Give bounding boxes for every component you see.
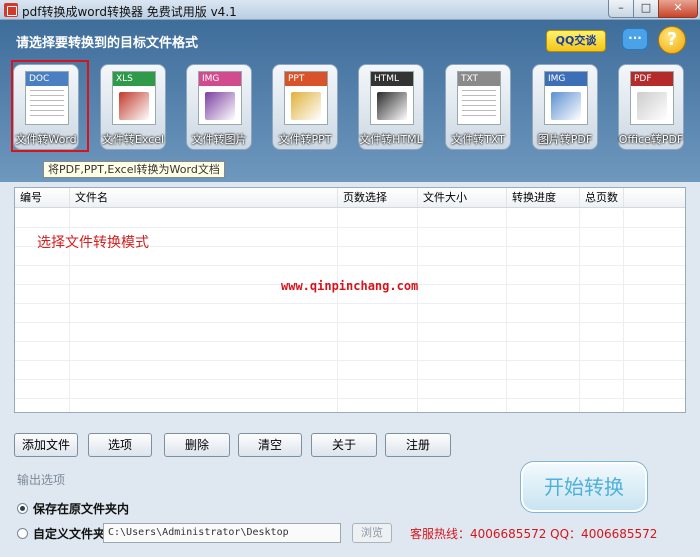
image-to-pdf-document-icon: IMG: [544, 71, 588, 125]
window-title: pdf转换成word转换器 免费试用版 v4.1: [22, 5, 237, 19]
mode-tag: IMG: [199, 72, 241, 86]
mode-tile-office-to-pdf[interactable]: PDF Office转PDF: [618, 64, 684, 150]
mode-tooltip: 将PDF,PPT,Excel转换为Word文档: [43, 161, 225, 178]
file-list[interactable]: 编号 文件名 页数选择 文件大小 转换进度 总页数 选择文件转换模式 www.q…: [14, 187, 686, 413]
mode-tile-label: 图片转PDF: [537, 133, 593, 146]
document-art: [637, 92, 667, 120]
mode-tag: TXT: [458, 72, 500, 86]
column-header-progress[interactable]: 转换进度: [507, 188, 580, 207]
browse-button[interactable]: 浏览: [352, 523, 392, 543]
file-list-header: 编号 文件名 页数选择 文件大小 转换进度 总页数: [15, 188, 685, 208]
document-art: [119, 92, 149, 120]
minimize-button[interactable]: –: [608, 0, 634, 18]
txt-document-icon: TXT: [457, 71, 501, 125]
html-document-icon: HTML: [370, 71, 414, 125]
clear-button[interactable]: 清空: [238, 433, 302, 457]
mode-tile-label: 文件转图片: [191, 133, 247, 146]
mode-tile-label: 文件转HTML: [359, 133, 423, 146]
image-document-icon: IMG: [198, 71, 242, 125]
column-header-index[interactable]: 编号: [15, 188, 70, 207]
document-art: [462, 90, 496, 120]
mode-tile-image[interactable]: IMG 文件转图片: [186, 64, 252, 150]
maximize-button[interactable]: □: [633, 0, 659, 18]
mode-tile-label: 文件转TXT: [451, 133, 505, 146]
document-art: [377, 92, 407, 120]
column-header-filename[interactable]: 文件名: [70, 188, 338, 207]
column-header-total-pages[interactable]: 总页数: [580, 188, 624, 207]
close-button[interactable]: ✕: [658, 0, 698, 18]
mode-tile-txt[interactable]: TXT 文件转TXT: [445, 64, 511, 150]
mode-tag: PDF: [631, 72, 673, 86]
radio-custom-folder[interactable]: [17, 528, 28, 539]
mode-tag: XLS: [113, 72, 155, 86]
mode-tile-label: 文件转Excel: [101, 133, 165, 146]
app-icon: [4, 3, 18, 17]
mode-tile-label: Office转PDF: [618, 133, 684, 146]
column-header-filler: [624, 188, 685, 207]
excel-document-icon: XLS: [112, 71, 156, 125]
mode-tile-ppt[interactable]: PPT 文件转PPT: [272, 64, 338, 150]
column-header-size[interactable]: 文件大小: [418, 188, 507, 207]
mode-tag: PPT: [285, 72, 327, 86]
delete-button[interactable]: 删除: [164, 433, 230, 457]
mode-tile-html[interactable]: HTML 文件转HTML: [358, 64, 424, 150]
mode-tile-image-to-pdf[interactable]: IMG 图片转PDF: [532, 64, 598, 150]
office-to-pdf-document-icon: PDF: [630, 71, 674, 125]
radio-original-folder[interactable]: [17, 503, 28, 514]
about-button[interactable]: 关于: [311, 433, 377, 457]
header-title: 请选择要转换到的目标文件格式: [16, 36, 199, 51]
mode-tile-label: 文件转PPT: [278, 133, 332, 146]
qq-chat-button[interactable]: QQ交谈: [546, 30, 606, 52]
options-button[interactable]: 选项: [88, 433, 152, 457]
selected-mode-highlight: [11, 60, 89, 152]
watermark-url: www.qinpinchang.com: [281, 279, 419, 293]
ppt-document-icon: PPT: [284, 71, 328, 125]
column-header-pages[interactable]: 页数选择: [338, 188, 418, 207]
start-convert-button[interactable]: 开始转换: [520, 461, 648, 513]
document-art: [291, 92, 321, 120]
mode-tag: HTML: [371, 72, 413, 86]
mode-tile-excel[interactable]: XLS 文件转Excel: [100, 64, 166, 150]
main-panel: 编号 文件名 页数选择 文件大小 转换进度 总页数 选择文件转换模式 www.q…: [0, 182, 700, 557]
output-section-label: 输出选项: [17, 473, 66, 487]
output-path-input[interactable]: C:\Users\Administrator\Desktop: [103, 523, 341, 543]
add-file-button[interactable]: 添加文件: [14, 433, 78, 457]
format-header: 请选择要转换到的目标文件格式 QQ交谈 ··· ? DOC 文件转Word XLS 文…: [0, 20, 700, 182]
radio-original-folder-label[interactable]: 保存在原文件夹内: [33, 500, 129, 517]
mode-tag: IMG: [545, 72, 587, 86]
title-bar: pdf转换成word转换器 免费试用版 v4.1 – □ ✕: [0, 0, 700, 20]
help-icon[interactable]: ?: [658, 26, 686, 54]
support-hotline: 客服热线：4006685572 QQ：4006685572: [410, 527, 658, 541]
chat-icon[interactable]: ···: [622, 28, 648, 50]
register-button[interactable]: 注册: [385, 433, 451, 457]
document-art: [551, 92, 581, 120]
annotation-text: 选择文件转换模式: [37, 235, 149, 251]
radio-custom-folder-label[interactable]: 自定义文件夹: [33, 525, 105, 542]
document-art: [205, 92, 235, 120]
